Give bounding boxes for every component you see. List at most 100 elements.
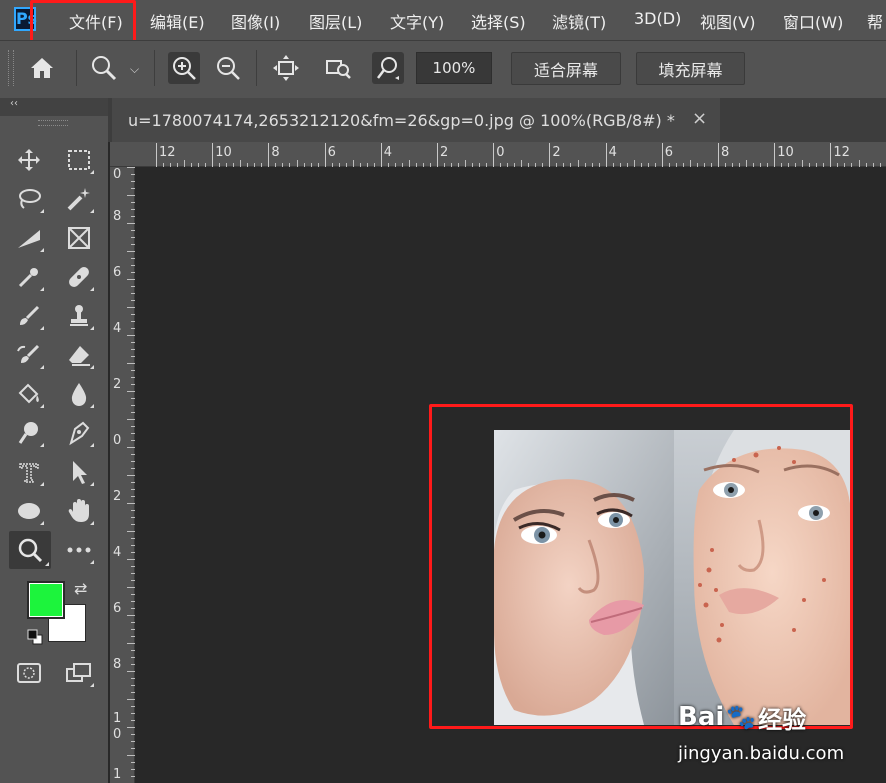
- pen-tool-icon[interactable]: [62, 416, 96, 450]
- menu-window[interactable]: 窗口(W): [783, 9, 843, 33]
- more-tools-icon[interactable]: [62, 533, 96, 567]
- menu-view[interactable]: 视图(V): [700, 9, 755, 33]
- type-tool-icon[interactable]: [12, 455, 46, 489]
- ruler-minor-tick: [127, 251, 135, 252]
- ruler-tick: [493, 143, 495, 167]
- magic-wand-tool-icon[interactable]: [62, 182, 96, 216]
- ruler-label: 4: [113, 545, 122, 560]
- menu-3d[interactable]: 3D(D): [634, 9, 681, 28]
- menu-edit[interactable]: 编辑(E): [150, 9, 205, 33]
- ruler-minor-tick: [240, 160, 242, 167]
- ruler-minor-tick: [127, 503, 135, 504]
- ruler-minor-tick: [577, 160, 579, 167]
- menu-help[interactable]: 帮: [867, 9, 883, 33]
- zoom-in-icon[interactable]: [168, 52, 200, 84]
- clone-stamp-tool-icon[interactable]: [62, 299, 96, 333]
- ruler-minor-tick: [465, 160, 467, 167]
- foreground-color-swatch[interactable]: [27, 581, 65, 619]
- healing-brush-tool-icon[interactable]: [62, 260, 96, 294]
- swap-colors-icon[interactable]: ⇄: [74, 579, 87, 598]
- scrubby-zoom-icon[interactable]: [372, 52, 404, 84]
- ruler-label: 8: [721, 145, 730, 160]
- ruler-minor-tick: [858, 160, 860, 167]
- ruler-minor-tick: [746, 160, 748, 167]
- ruler-minor-tick: [127, 699, 135, 700]
- ruler-label: 2: [552, 145, 561, 160]
- ruler-label: 0: [113, 167, 122, 182]
- fill-screen-button[interactable]: 填充屏幕: [636, 52, 745, 85]
- highlight-box-image: [429, 404, 853, 729]
- resize-windows-icon[interactable]: [270, 52, 302, 84]
- ruler-minor-tick: [127, 419, 135, 420]
- default-colors-icon[interactable]: [27, 629, 43, 645]
- ruler-label: 6: [327, 145, 336, 160]
- paint-bucket-tool-icon[interactable]: [12, 377, 46, 411]
- crop-tool-icon[interactable]: [12, 221, 46, 255]
- move-tool-icon[interactable]: [12, 143, 46, 177]
- paw-icon: 🐾: [726, 703, 757, 731]
- collapse-panel-icon[interactable]: ‹‹: [10, 98, 18, 109]
- zoom-level-field[interactable]: 100%: [416, 52, 492, 84]
- ruler-tick: [324, 143, 326, 167]
- menu-select[interactable]: 选择(S): [471, 9, 526, 33]
- ruler-label: 6: [664, 145, 674, 160]
- menu-type[interactable]: 文字(Y): [390, 9, 444, 33]
- ruler-minor-tick: [127, 223, 135, 224]
- hand-tool-icon[interactable]: [62, 494, 96, 528]
- ruler-tick: [549, 143, 551, 167]
- ruler-label: 2: [113, 377, 122, 392]
- frame-tool-icon[interactable]: [62, 221, 96, 255]
- ruler-tick: [718, 143, 719, 167]
- baidu-watermark-url: jingyan.baidu.com: [678, 743, 845, 764]
- eyedropper-tool-icon[interactable]: [12, 260, 46, 294]
- ruler-minor-tick: [127, 335, 135, 336]
- ruler-minor-tick: [127, 727, 135, 728]
- blur-tool-icon[interactable]: [62, 377, 96, 411]
- dodge-tool-icon[interactable]: [12, 416, 46, 450]
- zoom-tool-icon[interactable]: [9, 531, 51, 569]
- screen-mode-icon[interactable]: [62, 656, 96, 690]
- ruler-minor-tick: [184, 160, 186, 167]
- lasso-tool-icon[interactable]: [12, 182, 46, 216]
- tools-panel-header[interactable]: ‹‹: [0, 98, 108, 116]
- menu-filter[interactable]: 滤镜(T): [552, 9, 606, 33]
- ruler-minor-tick: [689, 160, 691, 167]
- options-grip[interactable]: [8, 50, 14, 86]
- ruler-minor-tick: [127, 363, 135, 364]
- home-icon[interactable]: [26, 52, 58, 84]
- fit-screen-button[interactable]: 适合屏幕: [511, 52, 621, 85]
- menu-layer[interactable]: 图层(L): [309, 9, 362, 33]
- ruler-minor-tick: [127, 307, 135, 308]
- ruler-minor-tick: [127, 195, 135, 196]
- ruler-minor-tick: [127, 643, 135, 644]
- ruler-label: 4: [113, 321, 122, 336]
- ellipse-tool-icon[interactable]: [12, 494, 46, 528]
- menu-image[interactable]: 图像(I): [231, 9, 280, 33]
- zoom-out-icon[interactable]: [212, 52, 244, 84]
- ruler-minor-tick: [127, 587, 135, 588]
- ruler-minor-tick: [802, 160, 804, 167]
- marquee-tool-icon[interactable]: [62, 143, 96, 177]
- ruler-tick: [605, 143, 607, 167]
- history-brush-tool-icon[interactable]: [12, 338, 46, 372]
- ruler-minor-tick: [127, 559, 135, 560]
- ruler-tick: [380, 143, 382, 167]
- ruler-label: 0: [113, 433, 122, 448]
- zoom-tool-preset-icon[interactable]: [88, 52, 120, 84]
- ruler-tick: [437, 143, 438, 167]
- ruler-tick: [661, 143, 663, 167]
- baidu-watermark-logo: Bai 🐾 经验: [678, 702, 807, 734]
- document-tab[interactable]: u=1780074174,2653212120&fm=26&gp=0.jpg @…: [112, 98, 720, 142]
- ruler-minor-tick: [352, 160, 354, 167]
- quick-mask-icon[interactable]: [12, 656, 46, 690]
- ruler-minor-tick: [127, 167, 135, 168]
- eraser-tool-icon[interactable]: [62, 338, 96, 372]
- tools-panel-grip[interactable]: [38, 120, 68, 126]
- ruler-label: 4: [608, 145, 617, 160]
- path-selection-tool-icon[interactable]: [62, 455, 96, 489]
- zoom-all-windows-icon[interactable]: [322, 52, 354, 84]
- chevron-down-icon[interactable]: ⌵: [130, 62, 139, 77]
- close-tab-icon[interactable]: ×: [692, 108, 707, 129]
- ruler-minor-tick: [296, 160, 298, 167]
- brush-tool-icon[interactable]: [12, 299, 46, 333]
